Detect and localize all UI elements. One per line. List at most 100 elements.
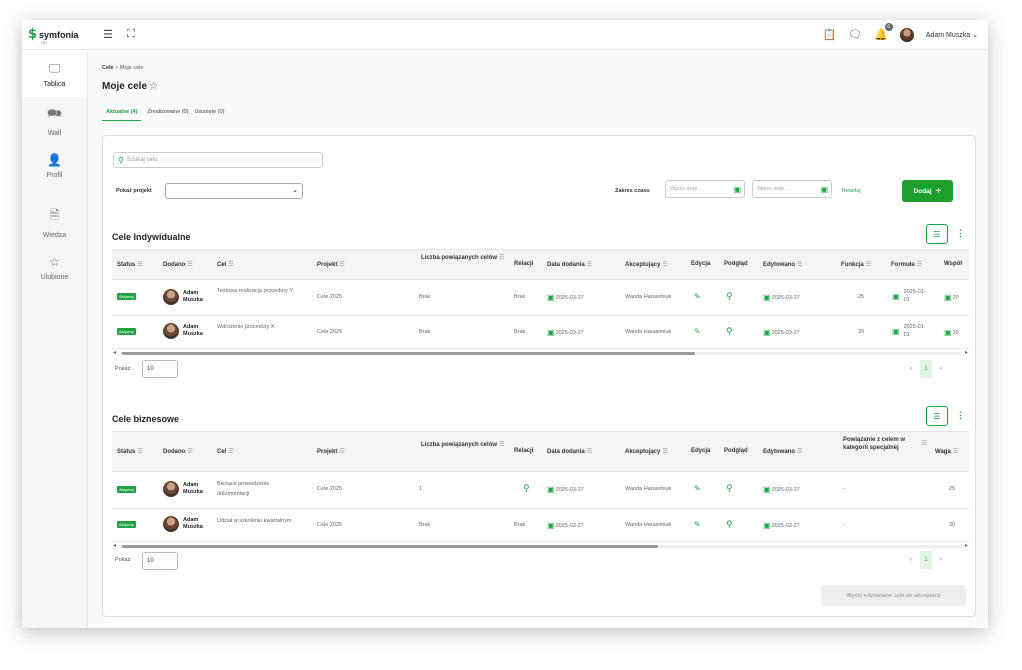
- col-project[interactable]: Projekt ☰: [317, 261, 345, 269]
- col-edited[interactable]: Edytowano ☰: [763, 448, 802, 456]
- preview-icon[interactable]: ⚲: [726, 291, 733, 302]
- goal-cell[interactable]: Udział w szkoleniu kwartalnym: [217, 518, 313, 524]
- horizontal-scrollbar[interactable]: ◂ ▸: [112, 349, 969, 357]
- table-row[interactable]: Aktywny Adam Muszka Testowa realizacja p…: [112, 280, 969, 316]
- col-status[interactable]: Status ☰: [117, 448, 143, 456]
- col-added-by[interactable]: Dodano ☰: [163, 448, 193, 456]
- preview-icon[interactable]: ⚲: [726, 519, 733, 530]
- col-date-added[interactable]: Data dodania ☰: [547, 261, 592, 269]
- col-weight[interactable]: Waga ☰: [935, 448, 958, 456]
- filter-button[interactable]: ☰: [926, 224, 948, 244]
- col-linked[interactable]: Liczba powiązanych celów ☰: [421, 254, 505, 262]
- col-acceptor[interactable]: Akceptujący ☰: [625, 261, 668, 269]
- edit-icon[interactable]: ✎: [694, 292, 701, 301]
- logo[interactable]: $ symfonia HR: [28, 27, 92, 45]
- goal-cell[interactable]: Testowa realizacja procedury Y: [217, 286, 297, 296]
- filter-button[interactable]: ☰: [926, 406, 948, 426]
- col-edited[interactable]: Edytowano ☰: [763, 261, 802, 269]
- date-added-cell: ▣ 2025-03-27: [547, 485, 584, 494]
- col-goal[interactable]: Cel ☰: [217, 261, 234, 269]
- tab-aktualne[interactable]: Aktualne (4): [102, 109, 142, 121]
- col-added-by-label: Dodano: [163, 261, 186, 268]
- user-avatar[interactable]: [899, 27, 914, 42]
- col-acceptor[interactable]: Akceptujący ☰: [625, 448, 668, 456]
- col-special[interactable]: Powiązanie z celem w kategorii specjalne…: [843, 436, 927, 452]
- goal-cell[interactable]: Wdrożenie procedury X: [217, 324, 297, 330]
- prev-page-icon[interactable]: ‹: [910, 557, 912, 563]
- date-to-placeholder: Wpisz datę...: [757, 186, 789, 192]
- project-cell: Cele 2025: [317, 486, 343, 492]
- logo-mark: $: [28, 27, 38, 42]
- goal-cell[interactable]: Bieżące prowadzenie dokumentacji: [217, 479, 297, 499]
- sidebar-item-tablica[interactable]: 🖵 Tablica: [22, 51, 87, 97]
- pagination: ‹ 1 ›: [910, 551, 942, 569]
- message-icon[interactable]: 🗨: [848, 28, 862, 41]
- document-icon: 🗎: [49, 207, 60, 222]
- more-options-icon[interactable]: ⋮: [956, 410, 965, 421]
- reset-link[interactable]: Resetuj: [842, 188, 861, 194]
- added-by-cell: Adam Muszka: [163, 323, 207, 339]
- page-size-input[interactable]: 10: [142, 360, 178, 378]
- scroll-left-icon[interactable]: ◂: [113, 349, 116, 356]
- fullscreen-icon[interactable]: ⛶: [124, 28, 138, 42]
- table-row[interactable]: Aktywny Adam Muszka Udział w szkoleniu k…: [112, 509, 969, 542]
- scroll-left-icon[interactable]: ◂: [113, 542, 116, 549]
- prev-page-icon[interactable]: ‹: [910, 366, 912, 372]
- col-project[interactable]: Projekt ☰: [317, 448, 345, 456]
- col-preview-label: Podgląd: [724, 448, 748, 454]
- col-goal[interactable]: Cel ☰: [217, 448, 234, 456]
- horizontal-scrollbar[interactable]: ◂ ▸: [112, 542, 969, 550]
- page-size-input[interactable]: 10: [142, 552, 178, 570]
- date-from-input[interactable]: Wpisz datę... ▣: [665, 180, 745, 198]
- col-linked[interactable]: Liczba powiązanych celów ☰: [421, 441, 505, 449]
- scroll-thumb[interactable]: [122, 352, 695, 355]
- tab-usuniete[interactable]: Usunięte (0): [194, 109, 224, 121]
- scroll-right-icon[interactable]: ▸: [965, 349, 968, 356]
- user-menu[interactable]: Adam Muszka ⌄: [926, 31, 978, 39]
- col-relations[interactable]: Relacji: [514, 261, 533, 267]
- col-formula[interactable]: Formuła ☰: [891, 261, 922, 269]
- page-number[interactable]: 1: [920, 551, 932, 569]
- next-page-icon[interactable]: ›: [940, 366, 942, 372]
- project-select[interactable]: ⌄: [165, 183, 303, 199]
- edit-icon[interactable]: ✎: [694, 520, 701, 529]
- add-button[interactable]: Dodaj +: [902, 180, 953, 202]
- col-added-by[interactable]: Dodano ☰: [163, 261, 193, 269]
- bell-icon[interactable]: 🔔 0: [874, 23, 893, 41]
- preview-icon[interactable]: ⚲: [726, 326, 733, 337]
- col-function[interactable]: Funkcja ☰: [841, 261, 871, 269]
- col-relations[interactable]: Relacji: [514, 448, 533, 454]
- preview-icon[interactable]: ⚲: [726, 483, 733, 494]
- page-size-label: Pokaż:: [115, 557, 132, 563]
- edit-icon[interactable]: ✎: [694, 484, 701, 493]
- clipboard-icon[interactable]: 📋: [822, 28, 836, 41]
- date-to-input[interactable]: Wpisz datę... ▣: [752, 180, 832, 198]
- person-icon: 👤: [47, 153, 62, 167]
- edit-icon[interactable]: ✎: [694, 327, 701, 336]
- next-page-icon[interactable]: ›: [940, 557, 942, 563]
- col-status[interactable]: Status ☰: [117, 261, 143, 269]
- avatar: [163, 323, 179, 339]
- calendar-icon[interactable]: ▣: [733, 185, 741, 194]
- col-status-label: Status: [117, 448, 136, 455]
- relations-search-icon[interactable]: ⚲: [523, 483, 530, 494]
- scroll-thumb[interactable]: [122, 545, 658, 548]
- table-row[interactable]: Aktywny Adam Muszka Wdrożenie procedury …: [112, 316, 969, 349]
- favorite-star-icon[interactable]: ☆: [149, 81, 158, 92]
- sidebar-item-ulubione[interactable]: ☆ Ulubione: [22, 245, 87, 291]
- sidebar-item-wiedza[interactable]: 🗎 Wiedza: [22, 199, 87, 245]
- page-number[interactable]: 1: [920, 360, 932, 378]
- sidebar-item-profil[interactable]: 👤 Profil: [22, 143, 87, 189]
- hamburger-menu-icon[interactable]: ☰: [101, 28, 115, 42]
- breadcrumb-root[interactable]: Cele: [102, 65, 114, 71]
- scroll-right-icon[interactable]: ▸: [965, 542, 968, 549]
- send-for-approval-button[interactable]: Wyślij edytowane cele do akceptacji: [821, 585, 966, 606]
- sidebar-item-wall[interactable]: 🗪 Wall: [22, 97, 87, 143]
- calendar-check-icon[interactable]: ▣: [820, 185, 828, 194]
- table-row[interactable]: Aktywny Adam Muszka Bieżące prowadzenie …: [112, 472, 969, 509]
- more-options-icon[interactable]: ⋮: [956, 228, 965, 239]
- col-extra[interactable]: Współ: [944, 261, 962, 267]
- search-input[interactable]: ⚲ Szukaj celu: [113, 152, 323, 168]
- tab-zrealizowane[interactable]: Zrealizowane (0): [147, 109, 188, 121]
- col-date-added[interactable]: Data dodania ☰: [547, 448, 592, 456]
